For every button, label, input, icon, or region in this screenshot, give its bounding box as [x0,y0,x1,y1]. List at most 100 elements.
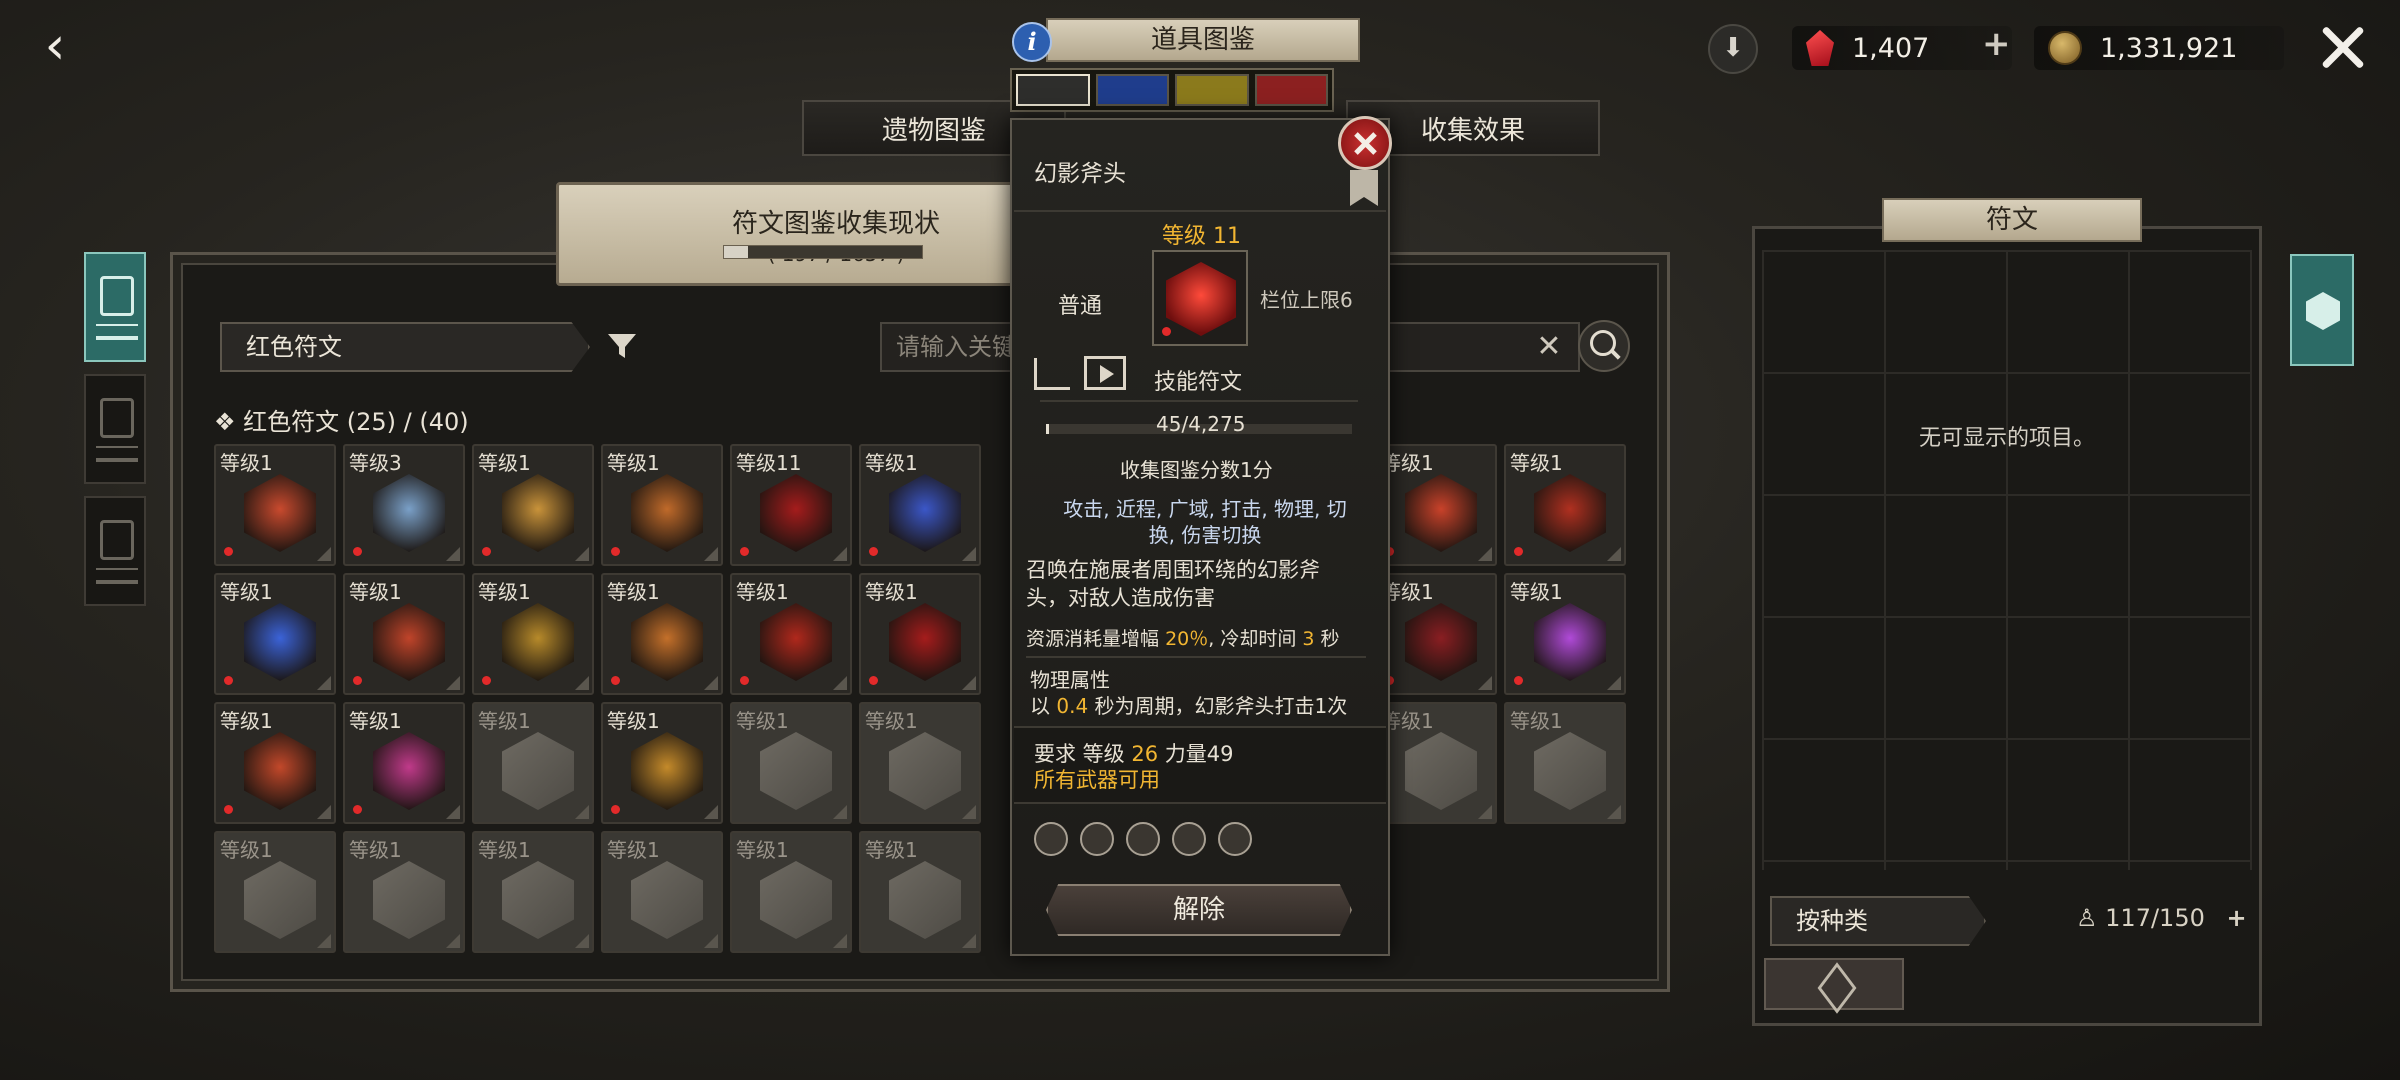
divider [1014,210,1386,212]
item-codex-title: 道具图鉴 [1046,18,1360,62]
rune-cell[interactable]: 等级1 [730,702,852,824]
rune-color-filter-select[interactable]: 红色符文 [220,322,590,372]
rune-cell[interactable]: 等级1 [1375,444,1497,566]
rune-cell[interactable]: 等级1 [1375,702,1497,824]
red-rune-dot [1514,547,1523,556]
rune-tags-line1: 攻击, 近程, 广域, 打击, 物理, 切 [1063,497,1347,521]
rune-type: 技能符文 [1154,370,1243,395]
rune-cell[interactable]: 等级1 [730,831,852,953]
color-tab-red[interactable] [1254,74,1328,106]
tooltip-close-icon[interactable] [1338,116,1392,170]
clear-search-icon[interactable]: ✕ [1535,332,1563,362]
rune-level-label: 等级1 [865,709,918,733]
rune-cell[interactable]: 等级1 [472,831,594,953]
rune-level-label: 等级1 [220,451,273,475]
download-icon[interactable]: ⬇ [1708,24,1758,74]
storage-box-button[interactable] [1764,958,1904,1010]
info-icon[interactable]: i [1012,22,1052,62]
rune-cell[interactable]: 等级1 [343,831,465,953]
red-rune-dot [482,676,491,685]
inventory-capacity: ♙ 117/150 + [2076,904,2247,932]
req-level-value: 26 [1131,742,1159,766]
rune-cell[interactable]: 等级1 [859,702,981,824]
cooldown-unit: 秒 [1320,628,1340,650]
rune-cell[interactable]: 等级1 [343,702,465,824]
rune-cell[interactable]: 等级1 [343,573,465,695]
rune-cell[interactable]: 等级1 [1504,573,1626,695]
rune-tags-line2: 换, 伤害切换 [1148,523,1262,547]
rune-level-label: 等级1 [607,580,660,604]
filter-funnel-icon[interactable] [606,330,638,362]
cell-corner-marker [575,547,589,561]
rune-level-label: 等级1 [1510,709,1563,733]
rune-cell[interactable]: 等级1 [601,831,723,953]
rune-cell[interactable]: 等级1 [214,831,336,953]
rune-cell[interactable]: 等级11 [730,444,852,566]
color-tab-gray[interactable] [1016,74,1090,106]
cell-corner-marker [962,676,976,690]
rune-cell[interactable]: 等级1 [601,702,723,824]
rune-level-label: 等级1 [478,709,531,733]
side-tab-badge-codex[interactable] [84,496,146,606]
slot-limit: 栏位上限6 [1260,288,1353,312]
rune-inventory-title: 符文 [1882,198,2142,242]
rune-cell[interactable]: 等级1 [214,702,336,824]
rune-cell[interactable]: 等级1 [472,573,594,695]
rune-grade: 普通 [1058,294,1103,319]
cell-corner-marker [575,676,589,690]
back-button[interactable]: ‹ [30,18,80,74]
release-button[interactable]: 解除 [1046,884,1352,936]
red-rune-dot [353,805,362,814]
cell-corner-marker [1478,676,1492,690]
buy-gems-plus-icon[interactable]: + [1982,24,2011,64]
rune-inventory-grid [1762,250,2252,870]
rune-cell[interactable]: 等级1 [1504,702,1626,824]
rune-cell[interactable]: 等级1 [214,573,336,695]
rune-cell[interactable]: 等级1 [601,573,723,695]
cell-corner-marker [833,676,847,690]
rune-cell[interactable]: 等级1 [1504,444,1626,566]
rune-cell[interactable]: 等级1 [214,444,336,566]
rune-icon [631,732,703,810]
rune-cell[interactable]: 等级1 [601,444,723,566]
cell-corner-marker [446,676,460,690]
section-title: ❖ 红色符文 (25) / (40) [214,408,469,436]
rune-icon [244,474,316,552]
rune-cell[interactable]: 等级1 [472,702,594,824]
cell-corner-marker [962,934,976,948]
side-tab-rune-inventory[interactable] [2290,254,2354,366]
rune-icon [244,732,316,810]
rune-cell[interactable]: 等级1 [859,444,981,566]
rune-grid: 等级1 等级3 等级1 等级1 等级11 等级1 等级1 等级1 等级1 等级1 等级1 等级1 等级1… [214,444,1634,953]
sort-by-type-select[interactable]: 按种类 [1770,896,1986,946]
cell-corner-marker [1478,547,1492,561]
collection-score: 收集图鉴分数1分 [1120,458,1273,482]
close-icon[interactable] [2310,14,2376,80]
search-icon[interactable] [1578,320,1630,372]
red-rune-dot [224,805,233,814]
rune-cell[interactable]: 等级1 [859,573,981,695]
rune-cell[interactable]: 等级1 [472,444,594,566]
req-strength: 力量49 [1164,742,1234,766]
gold-currency: 1,331,921 [2034,26,2284,70]
cooldown-label: , 冷却时间 [1208,628,1297,650]
rune-cell[interactable]: 等级1 [1375,573,1497,695]
rune-level-label: 等级1 [736,580,789,604]
rune-icon [244,603,316,681]
color-tab-blue[interactable] [1095,74,1169,106]
side-tab-emblem-codex[interactable] [84,374,146,484]
rune-level-label: 等级1 [736,709,789,733]
cell-corner-marker [704,547,718,561]
rune-cell[interactable]: 等级1 [859,831,981,953]
red-rune-dot [353,547,362,556]
red-rune-dot [740,676,749,685]
side-tab-rune-codex[interactable] [84,252,146,362]
expand-capacity-plus-icon[interactable]: + [2227,904,2247,932]
red-rune-dot [224,676,233,685]
rune-level-label: 等级1 [349,580,402,604]
rune-cell[interactable]: 等级1 [730,573,852,695]
rune-cell[interactable]: 等级3 [343,444,465,566]
color-tab-yellow[interactable] [1175,74,1249,106]
play-preview-icon[interactable] [1084,356,1126,390]
share-icon[interactable] [1034,358,1070,390]
